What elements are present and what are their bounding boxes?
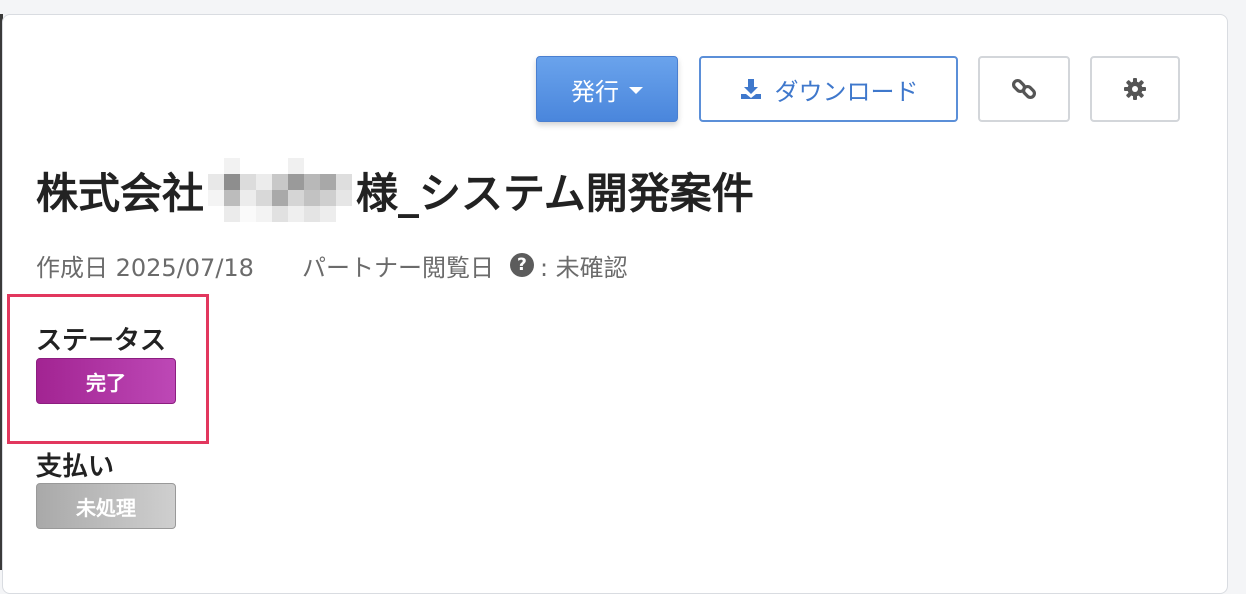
redacted-company-name xyxy=(208,158,353,222)
partner-viewed-value: : 未確認 xyxy=(539,253,628,282)
payment-label: 支払い xyxy=(36,452,115,482)
copy-link-button[interactable] xyxy=(978,56,1070,122)
payment-badge[interactable]: 未処理 xyxy=(36,483,176,529)
caret-down-icon xyxy=(629,87,643,94)
title-suffix: 様_システム開発案件 xyxy=(356,168,754,218)
status-badge[interactable]: 完了 xyxy=(36,358,176,404)
download-button-label: ダウンロード xyxy=(774,77,919,106)
gear-icon xyxy=(1124,78,1146,100)
status-label: ステータス xyxy=(36,326,167,356)
issue-button[interactable]: 発行 xyxy=(536,56,678,122)
status-badge-text: 完了 xyxy=(86,370,126,395)
download-button[interactable]: ダウンロード xyxy=(699,56,958,122)
payment-badge-text: 未処理 xyxy=(76,495,136,520)
link-icon xyxy=(1011,78,1037,100)
created-date: 作成日 2025/07/18 xyxy=(36,253,254,282)
title-prefix: 株式会社 xyxy=(36,168,205,218)
question-icon[interactable]: ? xyxy=(509,253,534,277)
settings-button[interactable] xyxy=(1090,56,1180,122)
page-title: 株式会社 様_システム開発案件 xyxy=(36,158,754,222)
issue-button-label: 発行 xyxy=(571,77,619,106)
download-icon xyxy=(740,79,761,99)
partner-viewed-label: パートナー閲覧日 xyxy=(301,253,494,282)
meta-row: 作成日 2025/07/18 パートナー閲覧日 ? : 未確認 xyxy=(36,248,628,282)
